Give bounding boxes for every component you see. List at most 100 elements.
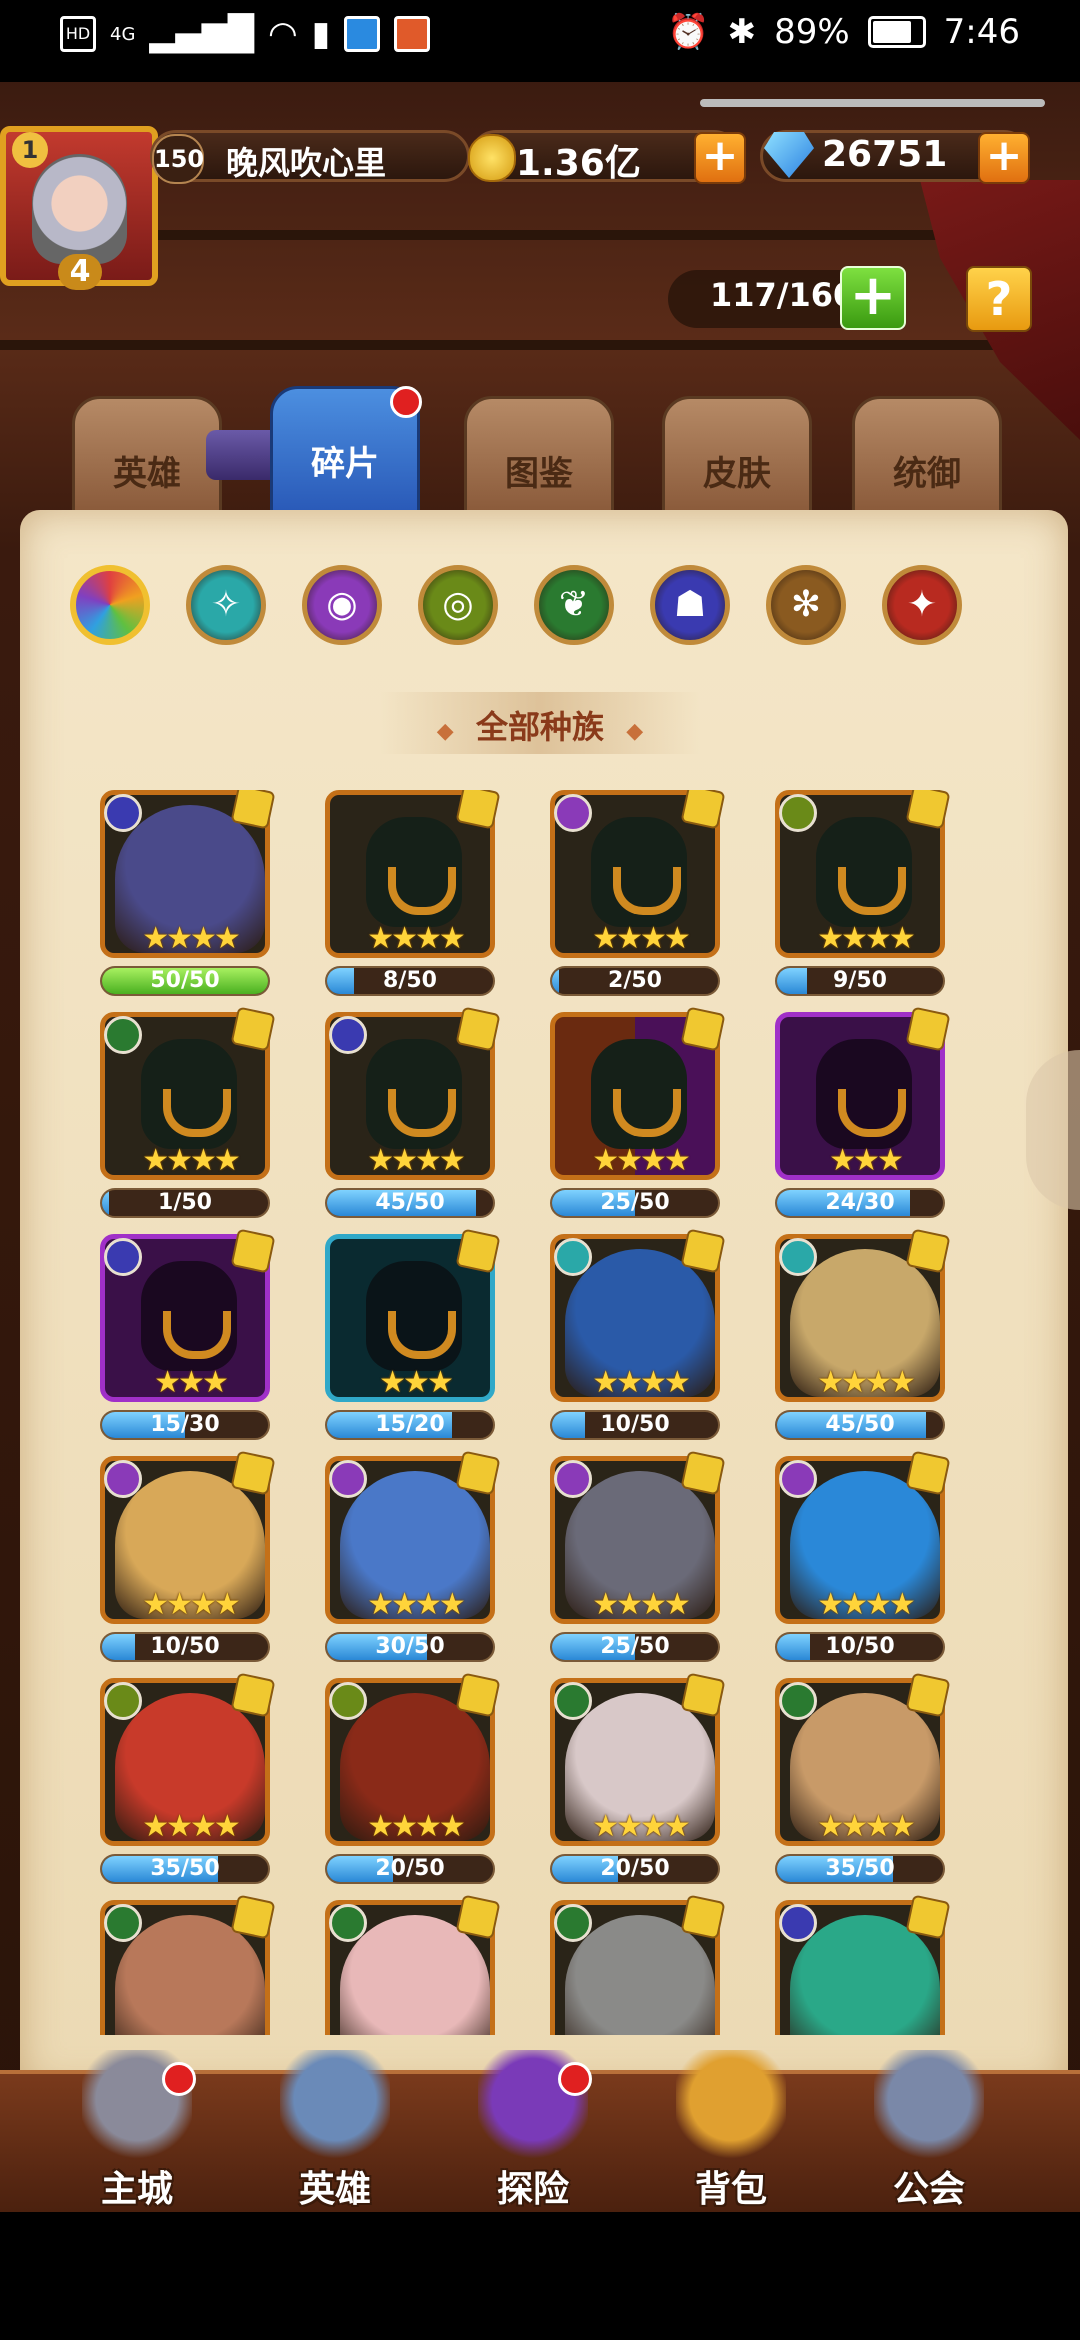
hero-fragment-card[interactable] [775,1894,951,2035]
star-rating: ★★★★ [592,1809,691,1844]
hero-silhouette [591,1039,687,1149]
hero-fragment-card[interactable]: ★★★★ 35/50 [775,1672,951,1892]
fragment-count: 50/50 [150,968,220,993]
hero-fragment-card[interactable] [550,1894,726,2035]
star-rating: ★★★★ [817,1809,916,1844]
fragment-count: 1/50 [158,1190,212,1215]
tab-skins[interactable]: 皮肤 [662,396,812,516]
hero-fragment-card[interactable]: ★★★★ 10/50 [100,1450,276,1670]
race-filter-wheel[interactable]: ✻ [766,565,846,645]
nav-adventure-label: 探险 [496,2169,569,2210]
status-left-icons: HD 4G ▂▄▆█ ◠ ▮ [60,14,431,54]
help-button[interactable]: ? [966,266,1032,332]
tab-heroes[interactable]: 英雄 [72,396,222,516]
expand-capacity-button[interactable]: + [840,266,906,330]
race-filter-eye[interactable]: ◎ [418,565,498,645]
hero-fragment-card[interactable]: ★★★★ 25/50 [550,1450,726,1670]
star-rating: ★★★★ [367,921,466,956]
hero-fragment-card[interactable]: ★★★★ 1/50 [100,1006,276,1226]
race-filter-demon[interactable]: ☗ [650,565,730,645]
gold-value: 1.36亿 [516,143,641,184]
hero-fragment-card[interactable]: ★★★★ 2/50 [550,790,726,1004]
status-bar: HD 4G ▂▄▆█ ◠ ▮ ⏰ ✱ 89% 7:46 [0,0,1080,82]
hero-fragment-card[interactable] [325,1894,501,2035]
fragment-count: 10/50 [150,1634,220,1659]
hero-fragment-card[interactable]: ★★★★ 30/50 [325,1450,501,1670]
race-filter-nature[interactable]: ✧ [186,565,266,645]
hero-fragment-card[interactable]: ★★★★ 35/50 [100,1672,276,1892]
hero-fragment-card[interactable]: ★★★★ 50/50 [100,790,276,1004]
hero-fragment-card[interactable]: ★★★★ 45/50 [775,1228,951,1448]
puzzle-piece-icon [455,1450,501,1496]
avatar-level: 4 [58,254,102,290]
fragment-progress-bar: 20/50 [550,1854,720,1884]
gesture-handle [700,99,1045,107]
hero-fragment-card[interactable]: ★★★★ 45/50 [325,1006,501,1226]
puzzle-piece-icon [230,1450,276,1496]
race-badge-icon [554,1238,592,1276]
race-badge-icon [329,1904,367,1942]
hero-silhouette [591,817,687,927]
bluetooth-icon: ✱ [727,12,757,52]
battery-percent: 89% [774,12,850,52]
puzzle-piece-icon [905,1894,951,1940]
puzzle-piece-icon [680,1894,726,1940]
fragment-progress-bar: 35/50 [775,1854,945,1884]
hero-fragment-card[interactable]: ★★★★ 20/50 [550,1672,726,1892]
nav-adventure-button[interactable]: 探险 [448,2050,618,2220]
hero-fragment-card[interactable]: ★★★★ 25/50 [550,1006,726,1226]
hero-fragment-card[interactable] [100,1894,276,2035]
hero-fragment-card[interactable]: ★★★★ 20/50 [325,1672,501,1892]
fragment-count: 45/50 [375,1190,445,1215]
race-filter-leaf[interactable]: ❦ [534,565,614,645]
gem-value: 26751 [822,134,948,175]
player-name: 晚风吹心里 [226,144,387,182]
add-gems-button[interactable]: + [978,132,1030,184]
hero-fragment-card[interactable]: ★★★★ 9/50 [775,790,951,1004]
tab-command[interactable]: 统御 [852,396,1002,516]
fragment-progress-bar: 45/50 [325,1188,495,1218]
star-rating: ★★★ [829,1143,904,1178]
nav-main-city-label: 主城 [100,2169,173,2210]
hero-fragment-card[interactable]: ★★★★ 10/50 [775,1450,951,1670]
hero-fragment-card[interactable]: ★★★★ 8/50 [325,790,501,1004]
hero-fragment-card[interactable]: ★★★ 15/30 [100,1228,276,1448]
hero-fragment-card[interactable]: ★★★ 24/30 [775,1006,951,1226]
race-badge-icon [554,794,592,832]
hero-silhouette [366,1039,462,1149]
nav-guild-icon [874,2050,984,2160]
hero-silhouette [141,1261,237,1371]
nav-backpack-button[interactable]: 背包 [646,2050,816,2220]
section-title-text: 全部种族 [475,708,604,746]
puzzle-piece-icon [230,1672,276,1718]
tab-codex[interactable]: 图鉴 [464,396,614,516]
race-badge-icon [104,1904,142,1942]
puzzle-piece-icon [230,1006,276,1052]
diamond-ornament-icon: ◆ [626,719,644,744]
fragment-progress-bar: 30/50 [325,1632,495,1662]
notification-dot [390,386,422,418]
puzzle-piece-icon [905,1450,951,1496]
fragment-count: 45/50 [825,1412,895,1437]
race-badge-icon [779,794,817,832]
notification-dot [162,2062,196,2096]
player-avatar[interactable]: 1 4 [0,126,158,290]
hero-fragment-card[interactable]: ★★★★ 10/50 [550,1228,726,1448]
star-rating: ★★★★ [142,921,241,956]
race-filter-fire[interactable]: ✦ [882,565,962,645]
nav-heroes-button[interactable]: 英雄 [250,2050,420,2220]
fragment-count: 10/50 [600,1412,670,1437]
fragment-count: 25/50 [600,1190,670,1215]
hero-silhouette [366,1261,462,1371]
hero-fragment-card[interactable]: ★★★ 15/20 [325,1228,501,1448]
race-badge-icon [329,1016,367,1054]
star-rating: ★★★★ [142,1809,241,1844]
nav-main-city-button[interactable]: 主城 [52,2050,222,2220]
wifi-icon: ◠ [268,14,298,54]
race-badge-icon [554,1904,592,1942]
puzzle-piece-icon [680,1672,726,1718]
nav-guild-button[interactable]: 公会 [844,2050,1014,2220]
race-filter-all[interactable] [70,565,150,645]
race-filter-arcane[interactable]: ◉ [302,565,382,645]
add-gold-button[interactable]: + [694,132,746,184]
